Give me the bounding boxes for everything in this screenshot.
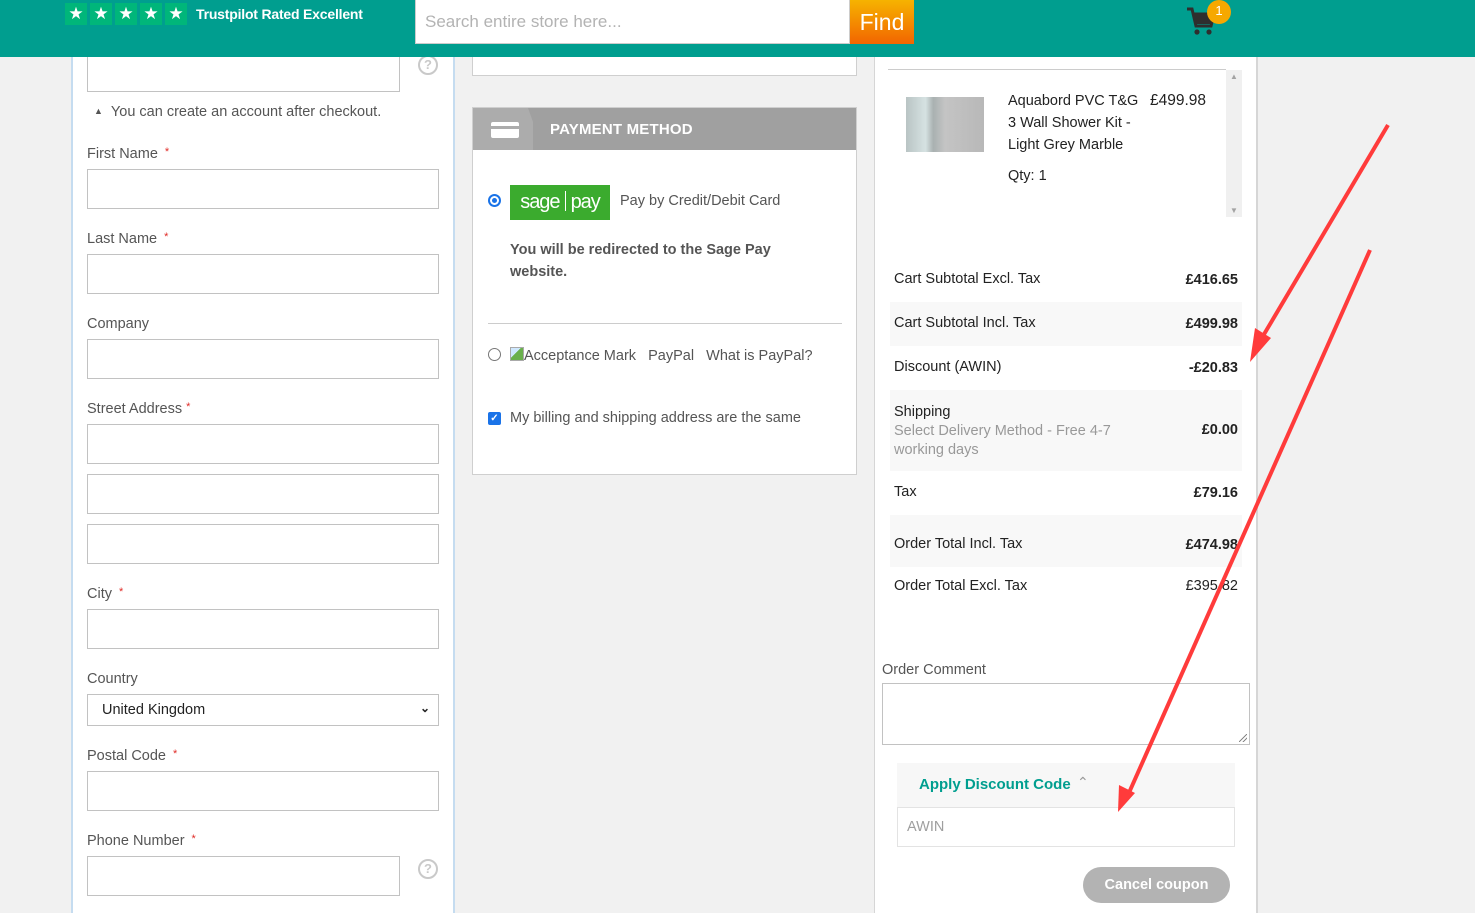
billing-same-checkbox[interactable]: ✓: [488, 412, 501, 425]
first-name-label: First Name *: [87, 146, 170, 162]
find-button[interactable]: Find: [850, 0, 914, 44]
trustpilot-text: Trustpilot Rated Excellent: [196, 6, 363, 22]
postal-code-input[interactable]: [87, 771, 439, 811]
totals-label: Order Total Excl. Tax: [894, 578, 1028, 594]
last-name-input[interactable]: [87, 254, 439, 294]
totals-label: Order Total Incl. Tax: [894, 536, 1023, 552]
last-name-label: Last Name *: [87, 231, 169, 247]
street-address-line3-input[interactable]: [87, 524, 439, 564]
totals-label: Tax: [894, 484, 917, 500]
star-icon: ★: [165, 3, 187, 25]
city-input[interactable]: [87, 609, 439, 649]
totals-label: Cart Subtotal Incl. Tax: [894, 315, 1036, 331]
street-address-line2-input[interactable]: [87, 474, 439, 514]
payment-method-header: PAYMENT METHOD: [473, 108, 856, 150]
star-icon: ★: [65, 3, 87, 25]
street-address-line1-input[interactable]: [87, 424, 439, 464]
product-thumbnail[interactable]: [906, 97, 984, 152]
apply-discount-toggle[interactable]: Apply Discount Code ⌃: [897, 763, 1235, 807]
resize-grip-icon[interactable]: [1239, 734, 1247, 742]
totals-row-grand-total-excl: Order Total Excl. Tax £395.82: [890, 567, 1242, 607]
payment-method-title: PAYMENT METHOD: [550, 121, 693, 138]
totals-row-shipping: Shipping Select Delivery Method - Free 4…: [890, 390, 1242, 471]
help-icon[interactable]: ?: [418, 55, 438, 75]
totals-value: £474.98: [1185, 537, 1238, 553]
star-icon: ★: [90, 3, 112, 25]
what-is-paypal-link[interactable]: What is PayPal?: [706, 348, 812, 364]
totals-row-subtotal-excl: Cart Subtotal Excl. Tax £416.65: [890, 258, 1242, 302]
paypal-option[interactable]: Acceptance Mark PayPal What is PayPal?: [510, 347, 813, 364]
payment-method-panel: PAYMENT METHOD sage pay Pay by Credit/Deb…: [472, 107, 857, 475]
city-label: City *: [87, 586, 124, 602]
cart-count-badge: 1: [1207, 0, 1231, 24]
totals-row-grand-total-incl: Order Total Incl. Tax £474.98: [890, 515, 1242, 567]
account-note: ▲ You can create an account after checkou…: [94, 104, 381, 120]
paypal-acceptance-mark: Acceptance Mark: [524, 348, 637, 364]
totals-value: £416.65: [1185, 272, 1238, 288]
help-icon[interactable]: ?: [418, 859, 438, 879]
country-select[interactable]: United Kingdom ⌄: [87, 694, 439, 726]
country-selected-value: United Kingdom: [102, 702, 206, 718]
star-icon: ★: [115, 3, 137, 25]
caret-up-icon: ▲: [94, 106, 103, 116]
star-icon: ★: [140, 3, 162, 25]
sagepay-radio[interactable]: [488, 194, 501, 207]
divider: [888, 69, 1226, 70]
trustpilot-badge[interactable]: ★ ★ ★ ★ ★ Trustpilot Rated Excellent: [65, 3, 363, 25]
company-input[interactable]: [87, 339, 439, 379]
billing-same-label[interactable]: My billing and shipping address are the …: [510, 410, 801, 426]
totals-row-discount: Discount (AWIN) -£20.83: [890, 346, 1242, 390]
postal-code-label: Postal Code *: [87, 748, 178, 764]
previous-section-box: [472, 57, 857, 76]
totals-label: Discount (AWIN): [894, 359, 1002, 375]
broken-image-icon: [510, 347, 524, 361]
scroll-up-icon[interactable]: ▲: [1230, 72, 1238, 81]
totals-label: Cart Subtotal Excl. Tax: [894, 271, 1041, 287]
email-input[interactable]: [87, 57, 400, 92]
company-label: Company: [87, 316, 150, 332]
sagepay-redirect-note: You will be redirected to the Sage Pay w…: [510, 242, 771, 280]
paypal-label: PayPal: [648, 348, 695, 364]
cancel-coupon-button[interactable]: Cancel coupon: [1083, 867, 1230, 903]
phone-input[interactable]: [87, 856, 400, 896]
apply-discount-title[interactable]: Apply Discount Code: [919, 776, 1071, 793]
shipping-label: Shipping: [894, 404, 951, 420]
totals-label: Shipping Select Delivery Method - Free 4…: [894, 403, 1134, 460]
items-scrollbar[interactable]: ▲ ▼: [1226, 70, 1242, 217]
search-input[interactable]: Search entire store here...: [415, 0, 850, 44]
paypal-radio[interactable]: [488, 348, 501, 361]
chevron-up-icon[interactable]: ⌃: [1077, 774, 1089, 791]
account-note-text: You can create an account after checkout…: [110, 104, 382, 120]
totals-row-subtotal-incl: Cart Subtotal Incl. Tax £499.98: [890, 302, 1242, 346]
totals-value: -£20.83: [1188, 360, 1238, 376]
street-address-label: Street Address *: [87, 401, 191, 417]
site-header: ★ ★ ★ ★ ★ Trustpilot Rated Excellent Sea…: [0, 0, 1475, 57]
annotation-arrow: [1250, 123, 1390, 362]
order-comment-textarea[interactable]: [882, 683, 1250, 745]
product-qty: Qty: 1: [1008, 168, 1047, 184]
sagepay-logo: sage pay: [510, 185, 610, 220]
phone-label: Phone Number *: [87, 833, 196, 849]
order-comment-label: Order Comment: [882, 662, 986, 678]
country-label: Country: [87, 671, 138, 687]
sagepay-label[interactable]: Pay by Credit/Debit Card: [620, 193, 780, 209]
scroll-down-icon[interactable]: ▼: [1230, 206, 1238, 215]
first-name-input[interactable]: [87, 169, 439, 209]
chevron-down-icon: ⌄: [419, 701, 430, 715]
product-price: £499.98: [1150, 92, 1207, 109]
totals-row-tax: Tax £79.16: [890, 471, 1242, 515]
credit-card-icon: [491, 122, 519, 138]
divider: [488, 323, 842, 324]
product-name: Aquabord PVC T&G 3 Wall Shower Kit - Lig…: [1008, 93, 1139, 153]
totals-value: £79.16: [1193, 485, 1238, 501]
totals-value: £499.98: [1185, 316, 1238, 332]
totals-value: £0.00: [1201, 422, 1238, 438]
shipping-method-text: Select Delivery Method - Free 4-7 workin…: [894, 423, 1111, 458]
discount-code-input[interactable]: AWIN: [897, 807, 1235, 847]
totals-value: £395.82: [1185, 578, 1238, 594]
